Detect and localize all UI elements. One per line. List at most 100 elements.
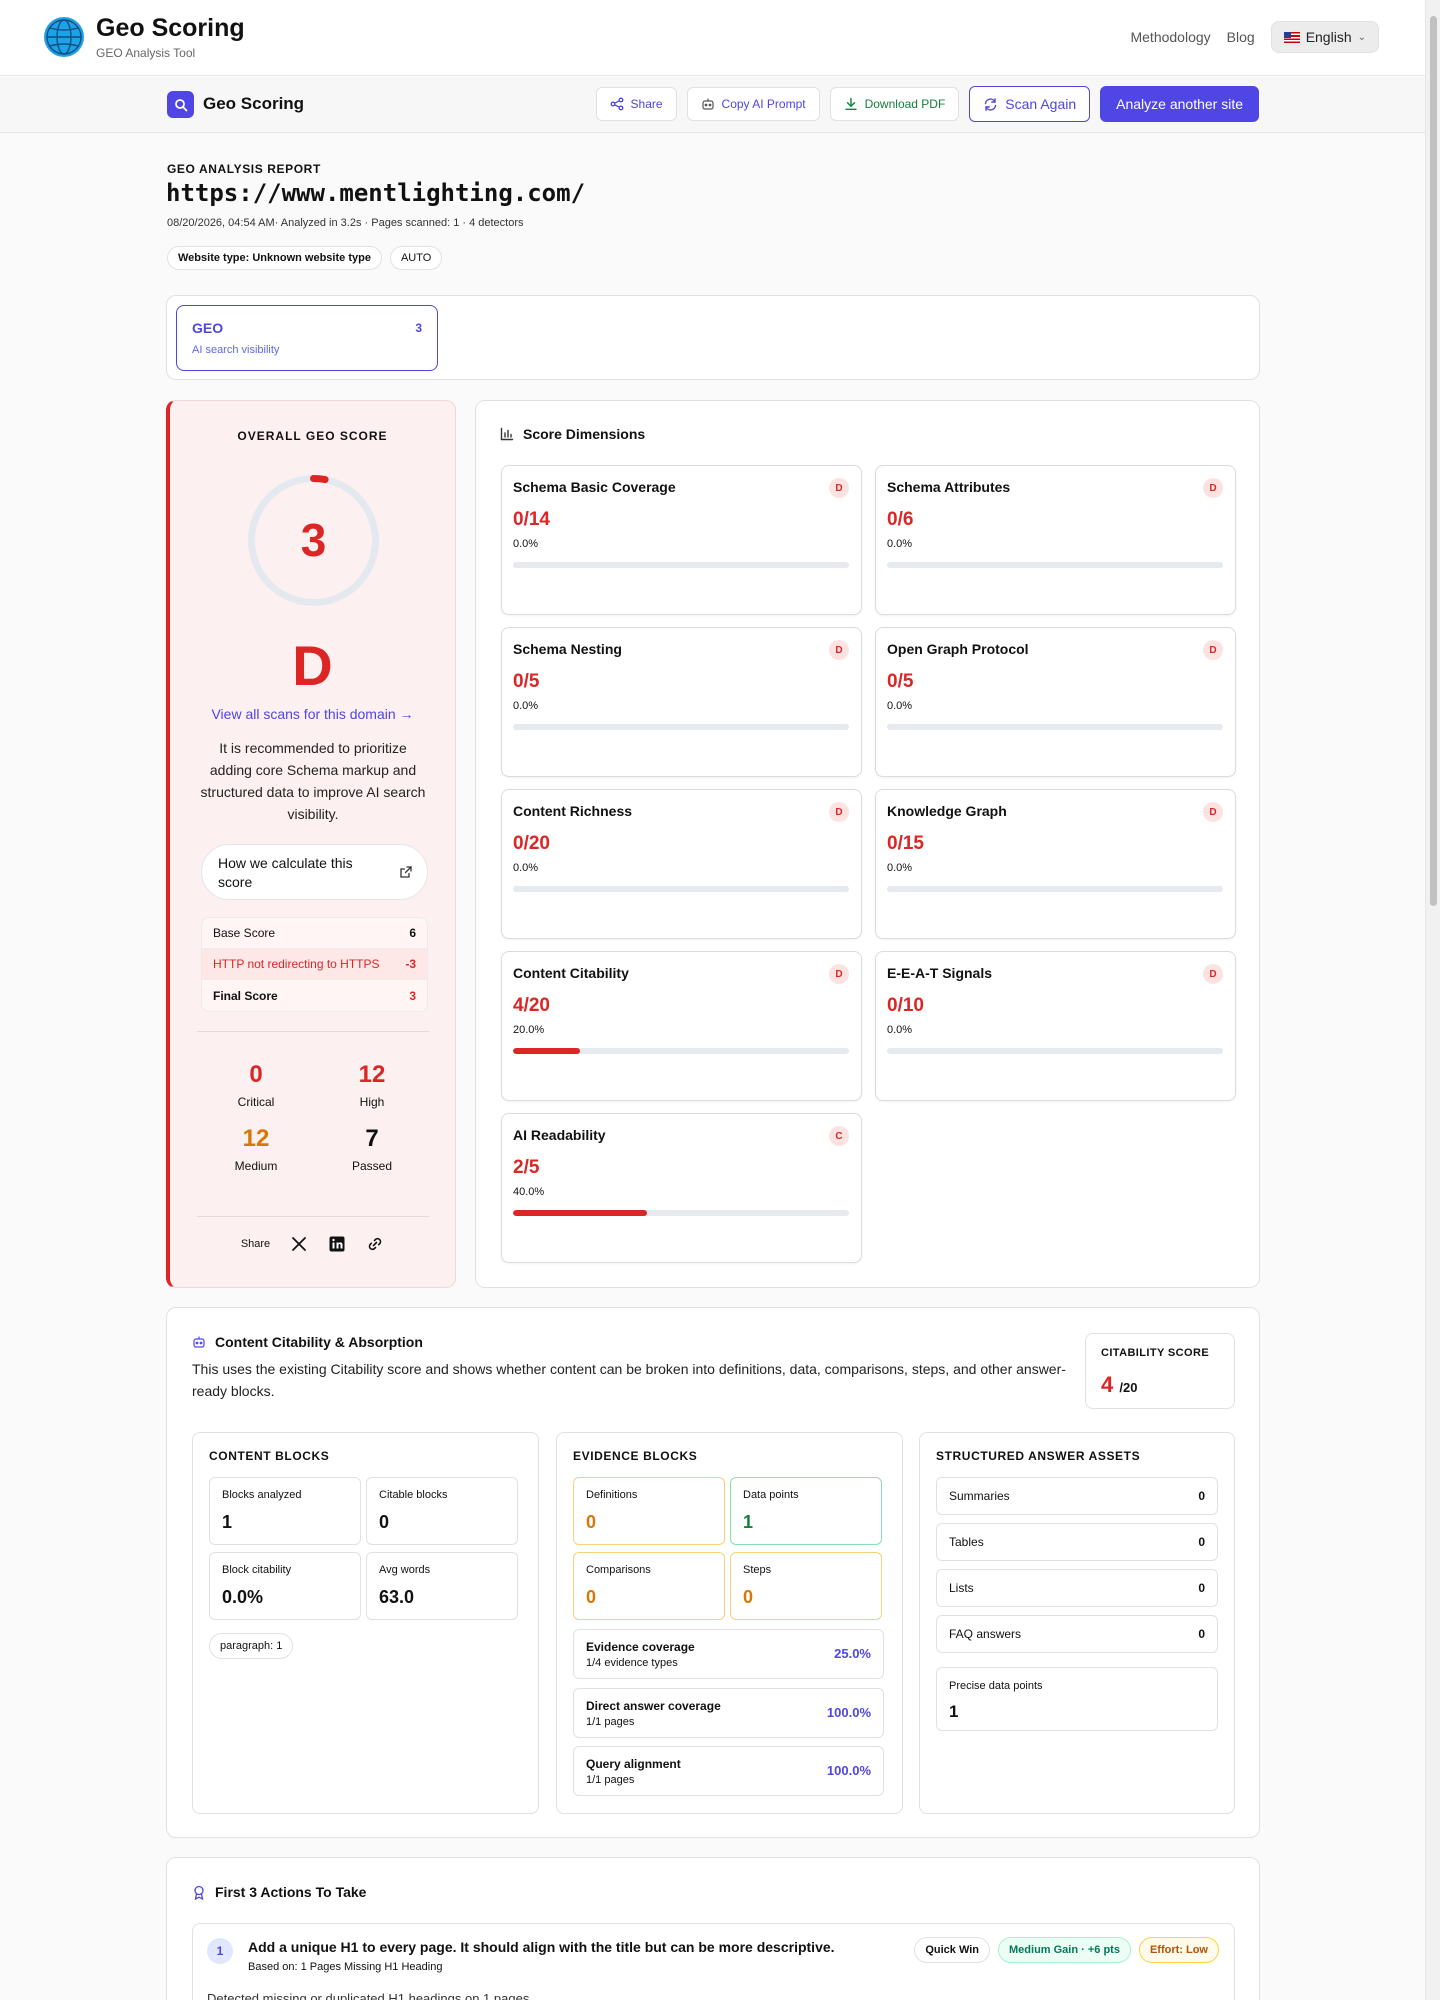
definitions-label: Definitions: [586, 1489, 638, 1501]
report-label: GEO ANALYSIS REPORT: [167, 162, 321, 176]
toolbar-title[interactable]: Geo Scoring: [203, 94, 304, 114]
dimension-percent: 0.0%: [887, 862, 913, 874]
comparisons-value: 0: [586, 1587, 597, 1607]
precise-data-points-value: 1: [949, 1702, 959, 1721]
share-label: Share: [630, 97, 663, 111]
breakdown-final-value: 3: [409, 988, 416, 1003]
tab-geo[interactable]: GEO 3 AI search visibility: [176, 305, 438, 371]
dimension-progress-bar: [887, 562, 1223, 568]
download-pdf-label: Download PDF: [864, 97, 946, 111]
precise-data-points-label: Precise data points: [949, 1680, 1043, 1692]
score-breakdown: Base Score 6 HTTP not redirecting to HTTP…: [201, 917, 428, 1012]
report-meta: 08/20/2026, 04:54 AM· Analyzed in 3.2s ·…: [167, 217, 524, 229]
scrollbar-thumb[interactable]: [1430, 16, 1437, 906]
dimension-name: Content Richness: [513, 803, 633, 819]
language-select[interactable]: English ⌄: [1270, 21, 1379, 53]
dimension-score: 0/5: [513, 671, 540, 692]
globe-icon[interactable]: [44, 17, 84, 57]
evidence-blocks-panel: EVIDENCE BLOCKS Definitions 0 Data points…: [556, 1432, 903, 1814]
dimension-progress-fill: [513, 1048, 581, 1054]
action-number: 1: [207, 1938, 233, 1964]
breakdown-penalty-value: -3: [405, 957, 416, 971]
dimension-progress-bar: [513, 1048, 849, 1054]
comparisons-label: Comparisons: [586, 1564, 651, 1576]
stat-critical-value: 0: [249, 1061, 263, 1088]
download-pdf-button[interactable]: Download PDF: [829, 87, 960, 121]
dimension-card[interactable]: AI Readability C 2/5 40.0%: [501, 1113, 862, 1263]
overall-grade: D: [292, 634, 333, 697]
dimension-grade-badge: C: [829, 1126, 849, 1146]
dimension-progress-bar: [513, 886, 849, 892]
evidence-blocks-title: EVIDENCE BLOCKS: [573, 1449, 698, 1463]
mode-tag: AUTO: [389, 246, 443, 270]
view-all-scans-link[interactable]: View all scans for this domain →: [170, 706, 455, 722]
scan-again-label: Scan Again: [1005, 96, 1077, 112]
blocks-analyzed-box: Blocks analyzed 1: [209, 1477, 361, 1545]
dimension-grade-badge: D: [829, 478, 849, 498]
share-row-label: Share: [240, 1238, 271, 1250]
dimension-name: Schema Nesting: [513, 641, 622, 657]
nav-methodology[interactable]: Methodology: [1130, 29, 1210, 45]
site-subtitle: GEO Analysis Tool: [96, 46, 196, 60]
site-title[interactable]: Geo Scoring: [96, 14, 245, 43]
dimension-card[interactable]: E-E-A-T Signals D 0/10 0.0%: [875, 951, 1236, 1101]
dimension-grid: Schema Basic Coverage D 0/14 0.0% Schema Att…: [501, 465, 1237, 1263]
dimension-card[interactable]: Content Citability D 4/20 20.0%: [501, 951, 862, 1101]
stat-critical: 0 Critical: [198, 1061, 314, 1109]
dimension-score: 4/20: [513, 995, 550, 1016]
chevron-down-icon: ⌄: [1357, 31, 1366, 43]
faq-answers-value: 0: [1198, 1627, 1205, 1641]
citability-score-number: 4: [1101, 1372, 1114, 1397]
copy-ai-prompt-button[interactable]: Copy AI Prompt: [686, 87, 820, 121]
scrollbar[interactable]: [1425, 0, 1440, 2000]
breakdown-final-label: Final Score: [213, 988, 278, 1003]
detector-panel: GEO 3 AI search visibility: [166, 295, 1260, 380]
evidence-coverage-label: Evidence coverage: [586, 1640, 695, 1654]
citability-score-label: CITABILITY SCORE: [1101, 1347, 1210, 1359]
dimension-card[interactable]: Schema Nesting D 0/5 0.0%: [501, 627, 862, 777]
stat-high-value: 12: [358, 1061, 386, 1088]
dimension-card[interactable]: Schema Attributes D 0/6 0.0%: [875, 465, 1236, 615]
dimension-card[interactable]: Content Richness D 0/20 0.0%: [501, 789, 862, 939]
search-icon: [167, 91, 194, 118]
share-button[interactable]: Share: [595, 87, 677, 121]
dimension-score: 0/10: [887, 995, 924, 1016]
action-item[interactable]: 1 Add a unique H1 to every page. It shou…: [192, 1923, 1235, 2000]
avg-words-value: 63.0: [379, 1587, 415, 1607]
query-alignment-row: Query alignment 1/1 pages 100.0%: [573, 1746, 884, 1796]
nav-blog[interactable]: Blog: [1227, 29, 1255, 45]
scan-again-button[interactable]: Scan Again: [969, 86, 1091, 122]
analyze-another-site-button[interactable]: Analyze another site: [1100, 86, 1259, 122]
x-icon[interactable]: [290, 1235, 308, 1253]
dimension-percent: 40.0%: [513, 1186, 545, 1198]
dimension-card[interactable]: Knowledge Graph D 0/15 0.0%: [875, 789, 1236, 939]
action-tags: Quick Win Medium Gain · +6 pts Effort: L…: [914, 1937, 1219, 1963]
actions-card: First 3 Actions To Take 1 Add a unique H…: [166, 1857, 1260, 2000]
dimension-score: 0/15: [887, 833, 924, 854]
action-text: Add a unique H1 to every page. It should…: [248, 1939, 835, 1955]
block-citability-value: 0.0%: [222, 1587, 264, 1607]
dimension-card[interactable]: Schema Basic Coverage D 0/14 0.0%: [501, 465, 862, 615]
data-points-label: Data points: [743, 1489, 799, 1501]
dimension-card[interactable]: Open Graph Protocol D 0/5 0.0%: [875, 627, 1236, 777]
steps-label: Steps: [743, 1564, 772, 1576]
language-label: English: [1305, 29, 1352, 45]
summaries-value: 0: [1198, 1489, 1205, 1503]
content-blocks-panel: CONTENT BLOCKS Blocks analyzed 1 Citable …: [192, 1432, 539, 1814]
tab-geo-subtitle: AI search visibility: [192, 344, 280, 356]
gain-tag: Medium Gain · +6 pts: [998, 1937, 1131, 1963]
evidence-coverage-value: 25.0%: [834, 1646, 871, 1661]
structured-assets-panel: STRUCTURED ANSWER ASSETS Summaries 0 Tabl…: [919, 1432, 1235, 1814]
robot-icon: [701, 98, 714, 110]
linkedin-icon[interactable]: [328, 1235, 346, 1253]
content-blocks-title: CONTENT BLOCKS: [209, 1449, 330, 1463]
dimension-score: 2/5: [513, 1157, 540, 1178]
how-we-calculate-button[interactable]: How we calculate this score: [201, 844, 428, 900]
dimension-name: Content Citability: [513, 965, 629, 981]
dimension-percent: 0.0%: [513, 538, 539, 550]
report-tags: Website type: Unknown website type AUTO: [167, 246, 443, 270]
evidence-coverage-row: Evidence coverage 1/4 evidence types 25.0%: [573, 1629, 884, 1679]
lists-row: Lists 0: [936, 1569, 1218, 1607]
link-icon[interactable]: [366, 1235, 384, 1253]
stat-medium: 12 Medium: [198, 1125, 314, 1173]
